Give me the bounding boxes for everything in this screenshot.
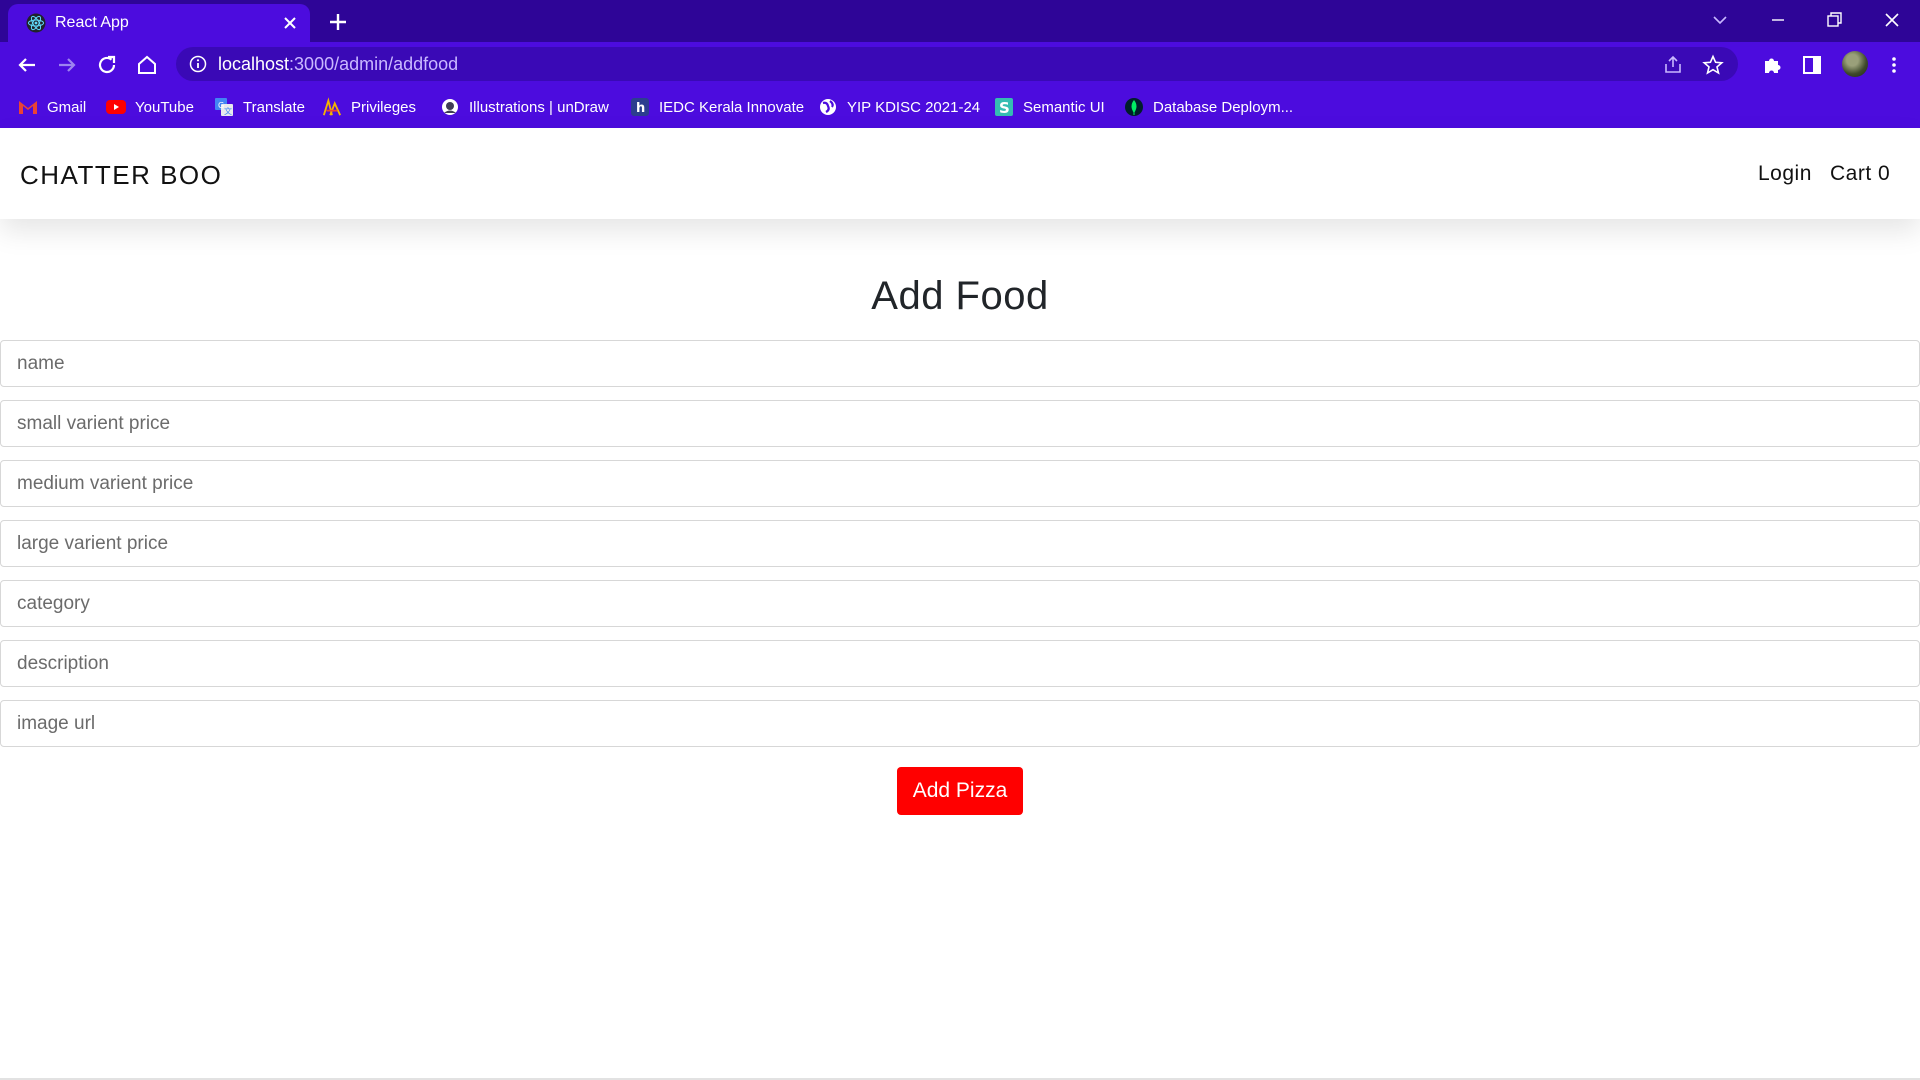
bookmarks-bar: Gmail YouTube G文 Translate Privileges Il… bbox=[0, 86, 1920, 128]
profile-avatar[interactable] bbox=[1842, 51, 1868, 77]
iedc-icon: h bbox=[630, 97, 650, 117]
name-input[interactable] bbox=[0, 340, 1920, 387]
google-translate-icon: G文 bbox=[214, 97, 234, 117]
semantic-ui-icon: S bbox=[994, 97, 1014, 117]
bookmark-label: IEDC Kerala Innovate bbox=[659, 98, 805, 116]
tab-title: React App bbox=[55, 14, 129, 31]
close-window-icon[interactable] bbox=[1872, 4, 1912, 36]
bookmark-label: Privileges bbox=[351, 98, 417, 116]
bookmark-label: Semantic UI bbox=[1023, 98, 1105, 116]
category-input[interactable] bbox=[0, 580, 1920, 627]
bookmark-star-icon[interactable] bbox=[1702, 54, 1724, 76]
page-viewport: CHATTER BOO Login Cart 0 Add Food Add Pi… bbox=[0, 128, 1920, 1080]
undraw-icon bbox=[440, 97, 460, 117]
tab-close-icon[interactable] bbox=[280, 13, 300, 33]
gmail-icon bbox=[18, 97, 38, 117]
small-varient-price-input[interactable] bbox=[0, 400, 1920, 447]
address-bar[interactable]: localhost:3000/admin/addfood bbox=[176, 47, 1738, 81]
bookmark-iedc[interactable]: h IEDC Kerala Innovate bbox=[630, 96, 804, 118]
forward-arrow-icon[interactable] bbox=[54, 52, 80, 78]
svg-text:h: h bbox=[636, 101, 645, 116]
bookmark-label: YIP KDISC 2021-24 bbox=[847, 98, 981, 116]
minimize-icon[interactable] bbox=[1758, 4, 1798, 36]
reload-icon[interactable] bbox=[94, 52, 120, 78]
url-host: localhost bbox=[218, 54, 290, 74]
bookmark-label: Database Deploym... bbox=[1153, 98, 1294, 116]
privileges-icon bbox=[322, 97, 342, 117]
bookmark-undraw[interactable]: Illustrations | unDraw bbox=[440, 96, 609, 118]
site-info-icon[interactable] bbox=[188, 54, 208, 74]
youtube-icon bbox=[106, 97, 126, 117]
medium-varient-price-input[interactable] bbox=[0, 460, 1920, 507]
url-text: localhost:3000/admin/addfood bbox=[218, 54, 458, 74]
page-title: Add Food bbox=[871, 274, 1049, 318]
svg-text:S: S bbox=[999, 99, 1010, 117]
bookmark-label: Translate bbox=[243, 98, 305, 116]
large-varient-price-input[interactable] bbox=[0, 520, 1920, 567]
bookmark-youtube[interactable]: YouTube bbox=[106, 96, 194, 118]
browser-tab[interactable]: React App bbox=[8, 4, 310, 42]
bookmark-database-deployment[interactable]: Database Deploym... bbox=[1124, 96, 1293, 118]
bookmark-privileges[interactable]: Privileges bbox=[322, 96, 416, 118]
app-navbar: CHATTER BOO Login Cart 0 bbox=[0, 128, 1920, 219]
bookmark-label: YouTube bbox=[135, 98, 194, 116]
svg-text:文: 文 bbox=[224, 106, 232, 116]
bookmark-semantic-ui[interactable]: S Semantic UI bbox=[994, 96, 1105, 118]
browser-tabstrip: React App bbox=[0, 0, 1920, 42]
react-logo-icon bbox=[26, 13, 46, 33]
brand-logo[interactable]: CHATTER BOO bbox=[20, 160, 222, 191]
add-pizza-button[interactable]: Add Pizza bbox=[897, 767, 1023, 815]
home-icon[interactable] bbox=[134, 52, 160, 78]
image-url-input[interactable] bbox=[0, 700, 1920, 747]
globe-icon bbox=[818, 97, 838, 117]
side-panel-icon[interactable] bbox=[1800, 53, 1824, 77]
url-path: :3000/admin/addfood bbox=[289, 54, 459, 74]
extensions-puzzle-icon[interactable] bbox=[1760, 53, 1784, 77]
tab-search-chevron-icon[interactable] bbox=[1700, 4, 1740, 36]
back-arrow-icon[interactable] bbox=[14, 52, 40, 78]
bookmark-gmail[interactable]: Gmail bbox=[18, 96, 86, 118]
restore-icon[interactable] bbox=[1814, 4, 1854, 36]
nav-cart-link[interactable]: Cart 0 bbox=[1830, 162, 1890, 186]
bookmark-label: Illustrations | unDraw bbox=[469, 98, 609, 116]
mongodb-leaf-icon bbox=[1124, 97, 1144, 117]
more-menu-icon[interactable] bbox=[1882, 53, 1906, 77]
new-tab-icon[interactable] bbox=[324, 8, 352, 36]
bookmark-label: Gmail bbox=[47, 98, 87, 116]
nav-login-link[interactable]: Login bbox=[1758, 162, 1812, 186]
description-input[interactable] bbox=[0, 640, 1920, 687]
bookmark-yip-kdisc[interactable]: YIP KDISC 2021-24 bbox=[818, 96, 980, 118]
bookmark-translate[interactable]: G文 Translate bbox=[214, 96, 305, 118]
share-icon[interactable] bbox=[1662, 54, 1684, 76]
browser-toolbar: localhost:3000/admin/addfood bbox=[0, 42, 1920, 86]
